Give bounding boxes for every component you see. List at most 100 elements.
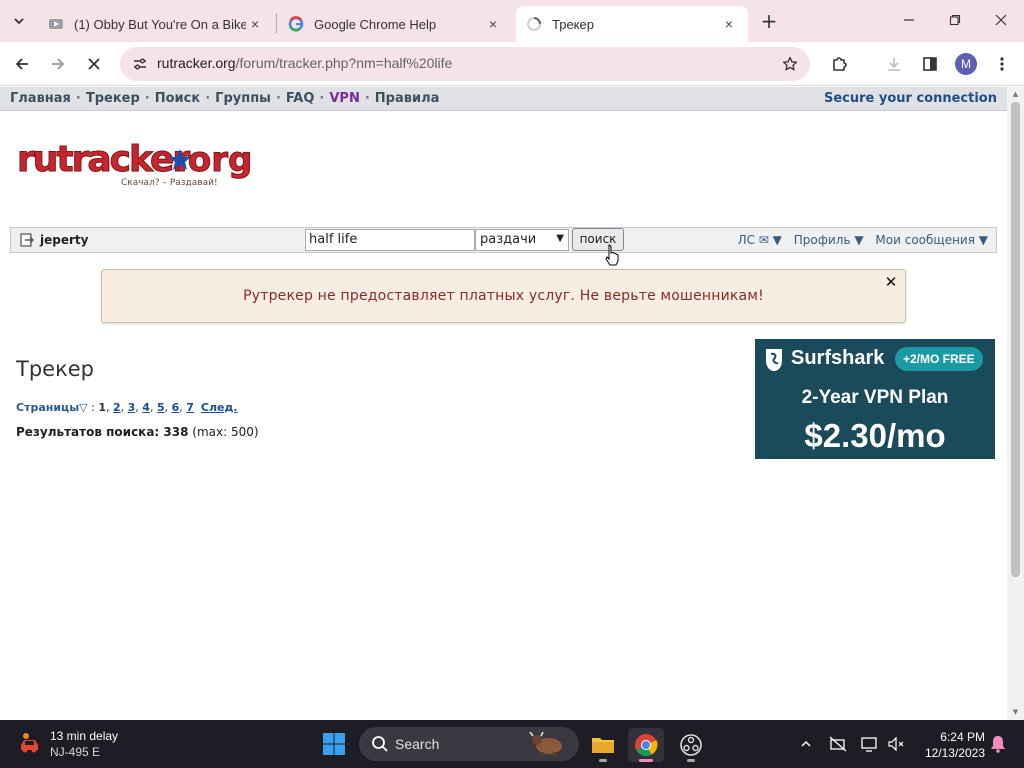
scrollbar-thumb[interactable] (1011, 102, 1020, 577)
display-icon[interactable] (860, 734, 880, 754)
traffic-widget[interactable]: 13 min delay NJ-495 E (18, 728, 158, 760)
search-icon (372, 736, 388, 752)
pages-label[interactable]: Страницы (16, 401, 79, 414)
tab-chrome-help[interactable]: Google Chrome Help × (278, 6, 512, 42)
nav-link-search[interactable]: Поиск (155, 91, 200, 106)
page-link[interactable]: 7 (186, 401, 194, 414)
site-info-icon[interactable] (128, 52, 152, 76)
profile-link[interactable]: Профиль ▼ (794, 233, 864, 247)
ad-brand: Surfshark (791, 347, 885, 369)
web-page: Главная · Трекер · Поиск · Группы · FAQ · VPN · Прав… (0, 87, 1007, 720)
username[interactable]: jeperty (40, 233, 88, 247)
url-path: /forum/tracker.php?nm=half%20life (235, 55, 453, 71)
running-indicator (687, 759, 695, 762)
close-tab-icon[interactable]: × (720, 15, 738, 33)
puzzle-icon (833, 57, 847, 71)
youtube-favicon-icon (48, 16, 64, 32)
scroll-down-arrow-icon[interactable]: ▼ (1011, 708, 1020, 717)
nav-link-faq[interactable]: FAQ (286, 91, 315, 106)
bookmark-star-icon[interactable] (778, 52, 802, 76)
chrome-icon (635, 734, 658, 756)
downloads-button[interactable] (880, 50, 908, 78)
clock-time: 6:24 PM (940, 730, 985, 744)
file-explorer-app[interactable] (585, 728, 621, 762)
page-title: Трекер (16, 357, 95, 381)
minimize-button[interactable] (886, 0, 932, 40)
notification-bell-icon[interactable] (988, 734, 1008, 754)
tray-overflow-chevron-icon[interactable] (796, 734, 816, 754)
svg-text:Скачал? – Раздавай!: Скачал? – Раздавай! (121, 178, 218, 188)
nav-separator: · (75, 91, 81, 106)
nav-links: Главная · Трекер · Поиск · Группы · FAQ · VPN · Прав… (10, 91, 439, 106)
system-clock[interactable]: 6:24 PM 12/13/2023 (915, 729, 985, 761)
close-window-button[interactable] (978, 0, 1024, 40)
next-page-link[interactable]: След. (201, 401, 238, 414)
tab-obby[interactable]: (1) Obby But You're On a Bike - × (38, 6, 274, 42)
nav-link-home[interactable]: Главная (10, 91, 71, 106)
page-link[interactable]: 2 (113, 401, 121, 414)
nav-separator: · (364, 91, 370, 106)
chrome-menu-button[interactable] (988, 50, 1016, 78)
new-tab-button[interactable]: + (756, 8, 782, 34)
traffic-line-1: 13 min delay (50, 729, 119, 743)
windows-taskbar: 13 min delay NJ-495 E Search 6:24 PM 12/… (0, 720, 1024, 768)
logout-icon[interactable] (19, 232, 35, 248)
tab-search-button[interactable] (6, 8, 32, 34)
search-scope-select[interactable]: раздачи ▼ (475, 229, 569, 251)
obs-app[interactable] (673, 728, 709, 762)
scam-warning-banner: Рутрекер не предоставляет платных услуг.… (101, 269, 906, 323)
ad-badge: +2/MO FREE (895, 347, 983, 371)
my-messages-link[interactable]: Мои сообщения ▼ (875, 233, 988, 247)
page-scrollbar[interactable]: ▲ ▼ (1007, 87, 1024, 720)
side-panel-button[interactable] (916, 50, 944, 78)
close-icon (88, 58, 100, 70)
tab-title: Трекер (552, 16, 594, 32)
page-link[interactable]: 3 (128, 401, 136, 414)
close-tab-icon[interactable]: × (246, 15, 264, 33)
nav-link-vpn[interactable]: VPN (329, 91, 359, 106)
hand-cursor-icon (605, 244, 619, 266)
chrome-app[interactable] (628, 728, 664, 762)
restore-button[interactable] (932, 0, 978, 40)
forward-button[interactable] (44, 50, 72, 78)
results-max: (max: 500) (192, 425, 259, 439)
search-input[interactable]: half life (305, 229, 475, 251)
close-icon[interactable]: ✕ (883, 274, 899, 290)
extensions-button[interactable] (826, 50, 854, 78)
secure-connection-link[interactable]: Secure your connection (824, 91, 997, 106)
back-button[interactable] (8, 50, 36, 78)
user-links: ЛС ✉ ▼ Профиль ▼ Мои сообщения ▼ (730, 233, 988, 247)
nav-separator: · (319, 91, 325, 106)
nav-separator: · (144, 91, 150, 106)
scroll-up-arrow-icon[interactable]: ▲ (1011, 90, 1020, 99)
taskbar-search[interactable]: Search (359, 727, 579, 761)
page-link[interactable]: 5 (157, 401, 165, 414)
network-disconnected-icon[interactable] (828, 734, 848, 754)
tab-separator (276, 13, 277, 33)
rutracker-logo[interactable]: rutracker .org Скачал? – Раздавай! (15, 137, 255, 193)
clock-date: 12/13/2023 (924, 746, 985, 760)
nav-link-rules[interactable]: Правила (375, 91, 440, 106)
page-link[interactable]: 6 (172, 401, 180, 414)
traffic-line-2: NJ-495 E (50, 745, 101, 759)
volume-muted-icon[interactable] (886, 734, 906, 754)
nav-link-tracker[interactable]: Трекер (86, 91, 140, 106)
arrow-right-icon (52, 58, 65, 70)
nav-link-groups[interactable]: Группы (215, 91, 271, 106)
surfshark-ad[interactable]: Surfshark +2/MO FREE 2-Year VPN Plan $2.… (755, 339, 995, 459)
pages-dropdown-icon[interactable]: ▽ (79, 401, 87, 414)
stop-loading-button[interactable] (80, 50, 108, 78)
tab-tracker[interactable]: Трекер × (516, 6, 748, 42)
nav-separator: · (275, 91, 281, 106)
address-bar[interactable]: rutracker.org/forum/tracker.php?nm=half%… (120, 47, 810, 81)
close-icon (995, 14, 1007, 26)
close-tab-icon[interactable]: × (484, 15, 502, 33)
page-link[interactable]: 4 (142, 401, 150, 414)
private-messages-link[interactable]: ЛС ✉ ▼ (738, 233, 782, 247)
folder-icon (592, 738, 614, 753)
running-indicator (639, 759, 653, 762)
windows-start-icon[interactable] (322, 732, 346, 756)
profile-avatar[interactable]: M (955, 53, 977, 75)
ad-price: $2.30/mo (804, 417, 946, 454)
arrow-left-icon (15, 58, 28, 70)
